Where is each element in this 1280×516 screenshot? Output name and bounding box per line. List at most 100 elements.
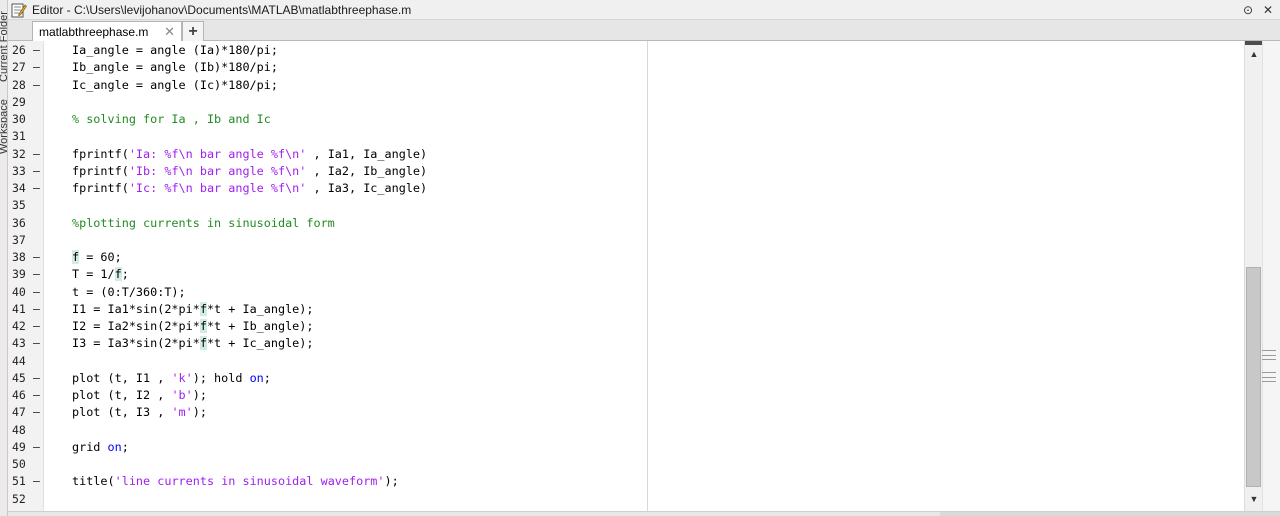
code-text: I3 = Ia3*sin(2*pi*f*t + Ic_angle); — [72, 336, 314, 351]
line-number: 28 — [12, 77, 26, 92]
scroll-up-icon[interactable]: ▲ — [1247, 48, 1261, 60]
code-text: fprintf('Ic: %f\n bar angle %f\n' , Ia3,… — [72, 181, 428, 195]
line-number: 41 — [12, 301, 26, 316]
code-line[interactable]: 45– plot (t, I1 , 'k'); hold on; — [8, 370, 1244, 387]
breakpoint-marker[interactable]: – — [33, 249, 41, 266]
code-line[interactable]: 37 — [8, 232, 1244, 249]
code-text: T = 1/f; — [72, 267, 129, 282]
side-tab-current-folder[interactable]: Current Folder — [0, 2, 7, 82]
code-text: title('line currents in sinusoidal wavef… — [72, 474, 399, 489]
tab-close-icon[interactable]: ✕ — [164, 24, 175, 40]
code-text: % solving for Ia , Ib and Ic — [72, 112, 271, 126]
code-text: grid on; — [72, 439, 129, 454]
line-number: 34 — [12, 181, 26, 195]
code-line[interactable]: 41– I1 = Ia1*sin(2*pi*f*t + Ia_angle); — [8, 301, 1244, 318]
tab-label: matlabthreephase.m — [39, 24, 149, 39]
code-line[interactable]: 39– T = 1/f; — [8, 266, 1244, 283]
code-line[interactable]: 34– fprintf('Ic: %f\n bar angle %f\n' , I… — [8, 180, 1244, 197]
close-editor-icon[interactable]: ✕ — [1260, 2, 1276, 18]
code-line[interactable]: 43– I3 = Ia3*sin(2*pi*f*t + Ic_angle); — [8, 335, 1244, 352]
new-tab-button[interactable]: + — [182, 21, 204, 41]
code-line[interactable]: 30 % solving for Ia , Ib and Ic — [8, 111, 1244, 128]
code-line[interactable]: 35 — [8, 197, 1244, 214]
scroll-down-icon[interactable]: ▼ — [1247, 493, 1261, 505]
side-tab-workspace[interactable]: Workspace — [0, 90, 7, 154]
code-line[interactable]: 36 %plotting currents in sinusoidal form — [8, 215, 1244, 232]
line-number: 35 — [12, 198, 26, 213]
editor-pencil-icon — [11, 2, 27, 18]
code-line[interactable]: 29 — [8, 94, 1244, 111]
line-number: 33 — [12, 163, 26, 178]
code-line[interactable]: 52 — [8, 491, 1244, 508]
breakpoint-marker[interactable]: – — [33, 42, 41, 59]
breakpoint-marker[interactable]: – — [33, 370, 41, 387]
code-text: Ia_angle = angle (Ia)*180/pi; — [72, 43, 278, 57]
code-line[interactable]: 31 — [8, 128, 1244, 145]
code-line[interactable]: 51– title('line currents in sinusoidal wa… — [8, 473, 1244, 490]
code-line[interactable]: 32– fprintf('Ia: %f\n bar angle %f\n' , I… — [8, 146, 1244, 163]
breakpoint-marker[interactable]: – — [33, 180, 41, 197]
code-line[interactable]: 28– Ic_angle = angle (Ic)*180/pi; — [8, 77, 1244, 94]
breakpoint-marker[interactable]: – — [33, 266, 41, 283]
title-controls: ⊙ ✕ — [1240, 2, 1276, 18]
line-number: 49 — [12, 439, 26, 454]
line-number: 29 — [12, 94, 26, 109]
code-text: plot (t, I1 , 'k'); hold on; — [72, 370, 271, 385]
code-line[interactable]: 40– t = (0:T/360:T); — [8, 284, 1244, 301]
line-number: 30 — [12, 112, 26, 126]
code-line[interactable]: 33– fprintf('Ib: %f\n bar angle %f\n' , I… — [8, 163, 1244, 180]
scrollbar-thumb[interactable] — [1246, 267, 1261, 487]
line-number: 39 — [12, 267, 26, 282]
code-line[interactable]: 38– f = 60; — [8, 249, 1244, 266]
code-lines: 26– Ia_angle = angle (Ia)*180/pi; 27– Ib_an… — [8, 42, 1244, 508]
breakpoint-marker[interactable]: – — [33, 439, 41, 456]
breakpoint-marker[interactable]: – — [33, 301, 41, 318]
code-editor[interactable]: 26– Ia_angle = angle (Ia)*180/pi; 27– Ib_an… — [8, 41, 1244, 511]
code-line[interactable]: 44 — [8, 353, 1244, 370]
line-number: 27 — [12, 60, 26, 75]
breakpoint-marker[interactable]: – — [33, 59, 41, 76]
code-line[interactable]: 47– plot (t, I3 , 'm'); — [8, 404, 1244, 421]
breakpoint-marker[interactable]: – — [33, 404, 41, 421]
code-line[interactable]: 50 — [8, 456, 1244, 473]
code-text: fprintf('Ib: %f\n bar angle %f\n' , Ia2,… — [72, 163, 428, 178]
code-line[interactable]: 26– Ia_angle = angle (Ia)*180/pi; — [8, 42, 1244, 59]
code-text: I2 = Ia2*sin(2*pi*f*t + Ib_angle); — [72, 319, 314, 333]
line-number: 47 — [12, 405, 26, 420]
line-number: 38 — [12, 250, 26, 264]
breakpoint-marker[interactable]: – — [33, 335, 41, 352]
line-number: 50 — [12, 457, 26, 471]
document-tab-bar: matlabthreephase.m ✕ + — [8, 20, 1280, 41]
side-panel-strip: Current Folder Workspace — [0, 0, 8, 516]
line-number: 26 — [12, 43, 26, 57]
vertical-scrollbar[interactable]: ▲ ▼ — [1244, 41, 1263, 511]
breakpoint-marker[interactable]: – — [33, 387, 41, 404]
code-text: fprintf('Ia: %f\n bar angle %f\n' , Ia1,… — [72, 146, 428, 161]
line-number: 46 — [12, 388, 26, 402]
breakpoint-marker[interactable]: – — [33, 473, 41, 490]
code-line[interactable]: 49– grid on; — [8, 439, 1244, 456]
code-text: plot (t, I2 , 'b'); — [72, 388, 207, 402]
code-text: plot (t, I3 , 'm'); — [72, 405, 207, 420]
breakpoint-marker[interactable]: – — [33, 284, 41, 301]
breakpoint-marker[interactable]: – — [33, 77, 41, 94]
code-line[interactable]: 48 — [8, 422, 1244, 439]
line-number: 51 — [12, 474, 26, 489]
resize-grip-icon-lower[interactable] — [1262, 372, 1276, 382]
code-text: f = 60; — [72, 250, 122, 264]
code-line[interactable]: 27– Ib_angle = angle (Ib)*180/pi; — [8, 59, 1244, 76]
line-number: 48 — [12, 422, 26, 437]
code-line[interactable]: 46– plot (t, I2 , 'b'); — [8, 387, 1244, 404]
breakpoint-marker[interactable]: – — [33, 146, 41, 163]
line-number: 43 — [12, 336, 26, 351]
line-number: 52 — [12, 491, 26, 506]
resize-grip-icon[interactable] — [1262, 350, 1276, 360]
scrollbar-split-handle[interactable] — [1245, 41, 1263, 45]
line-number: 45 — [12, 370, 26, 385]
breakpoint-marker[interactable]: – — [33, 163, 41, 180]
right-side-strip — [1262, 41, 1280, 511]
code-line[interactable]: 42– I2 = Ia2*sin(2*pi*f*t + Ib_angle); — [8, 318, 1244, 335]
options-menu-icon[interactable]: ⊙ — [1240, 2, 1256, 18]
breakpoint-marker[interactable]: – — [33, 318, 41, 335]
tab-matlabthreephase[interactable]: matlabthreephase.m ✕ — [32, 21, 182, 41]
